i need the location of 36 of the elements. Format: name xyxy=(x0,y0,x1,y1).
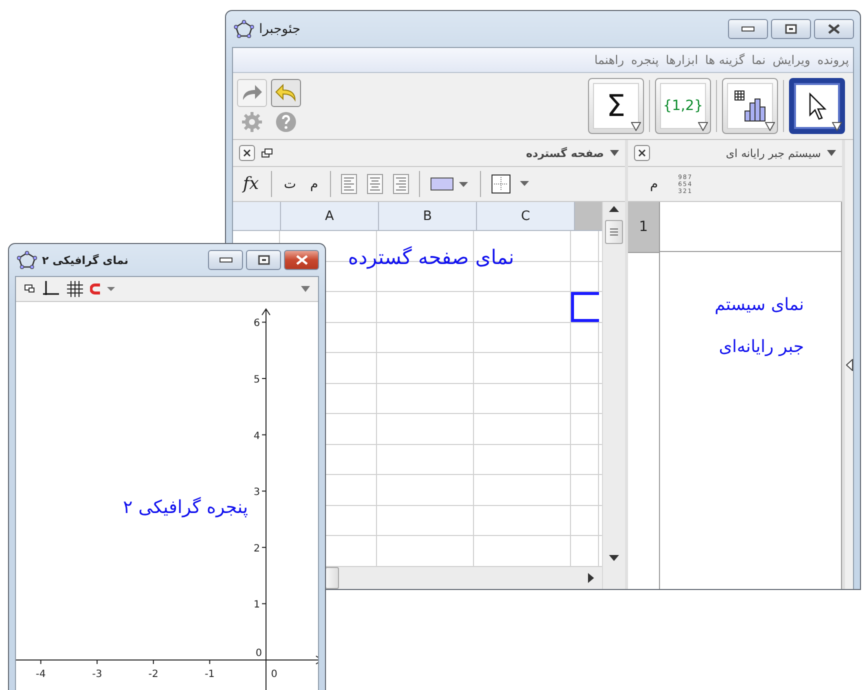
tick-label: 3 xyxy=(254,487,260,498)
tick-label: -4 xyxy=(36,669,46,680)
cas-view-label: نمای سیستم xyxy=(714,294,804,317)
tick-label: 5 xyxy=(254,374,260,386)
menu-item[interactable]: نما xyxy=(752,53,766,67)
menu-item[interactable]: گزینه ها xyxy=(705,53,745,67)
italic-button[interactable]: م xyxy=(308,176,320,192)
cas-view-label: جبر رایانه‌ای xyxy=(718,336,804,359)
window-title: نمای گرافیکی ۲ xyxy=(42,254,128,266)
menu-item[interactable]: پرونده xyxy=(817,53,849,67)
tick-label: 6 xyxy=(254,318,260,330)
menu-item[interactable]: پنجره xyxy=(631,53,659,67)
menu-item[interactable]: ویرایش xyxy=(772,53,810,67)
tick-label: 1 xyxy=(254,600,260,611)
spreadsheet-view-label: نمای صفحه گسترده xyxy=(348,244,514,271)
menu-item[interactable]: راهنما xyxy=(594,53,624,67)
panel-title: سیستم جبر رایانه ای xyxy=(726,146,821,160)
bold-button[interactable]: ت xyxy=(282,176,298,192)
italic-button[interactable]: م xyxy=(648,176,660,192)
tick-label: -3 xyxy=(92,669,102,680)
formula-button[interactable]: fx xyxy=(241,174,261,194)
tick-label: 2 xyxy=(254,543,260,554)
column-header[interactable]: A xyxy=(281,202,379,230)
column-header[interactable]: B xyxy=(379,202,477,230)
graphics-view-label: پنجره گرافیکی ۲ xyxy=(122,496,248,520)
list-tool-button[interactable]: {1,2} xyxy=(655,78,711,134)
tick-label: -1 xyxy=(204,669,215,680)
panel-title: صفحه گسترده xyxy=(526,146,604,160)
tick-label: 0 xyxy=(256,648,262,659)
tick-label: 0 xyxy=(271,669,278,680)
window-title: جئوجبرا xyxy=(259,22,300,36)
menu-item[interactable]: ابزارها xyxy=(666,53,698,67)
tick-label: 4 xyxy=(254,430,260,442)
sum-tool-button[interactable]: Σ xyxy=(588,78,644,134)
row-number: 1 xyxy=(628,202,659,253)
tick-label: -2 xyxy=(148,669,158,680)
